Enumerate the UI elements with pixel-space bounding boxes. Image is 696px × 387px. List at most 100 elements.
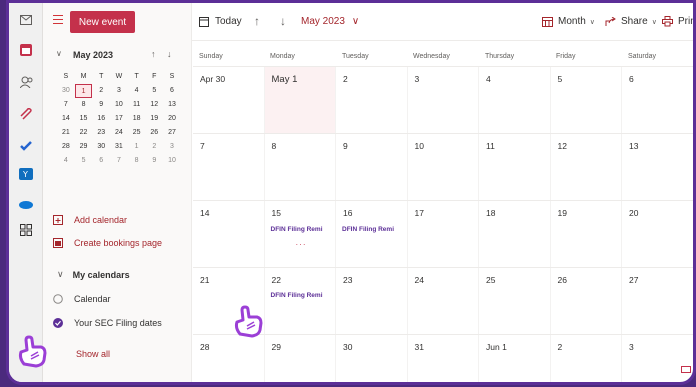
mini-day[interactable]: 4	[57, 154, 75, 168]
onedrive-icon[interactable]	[15, 193, 37, 215]
today-button[interactable]: Today	[199, 16, 242, 27]
day-cell[interactable]: 16 DFIN Filing Remi	[336, 201, 408, 267]
previous-arrow-icon[interactable]: ↑	[254, 14, 260, 28]
day-cell[interactable]: 18	[479, 201, 551, 267]
mini-day[interactable]: 5	[75, 154, 93, 168]
mini-day[interactable]: 2	[92, 84, 110, 98]
day-cell[interactable]: 31	[408, 335, 479, 382]
mail-icon[interactable]	[15, 9, 37, 31]
mini-calendar-title[interactable]: May 2023	[73, 50, 113, 60]
day-cell[interactable]: 26	[551, 268, 622, 334]
day-cell[interactable]: 17	[408, 201, 479, 267]
files-icon[interactable]	[15, 103, 37, 125]
mini-day[interactable]: 8	[128, 154, 146, 168]
day-cell[interactable]: 10	[408, 134, 479, 200]
day-cell[interactable]: 19	[551, 201, 622, 267]
mini-day[interactable]: 4	[128, 84, 146, 98]
day-cell[interactable]: 15 DFIN Filing Remi ···	[265, 201, 336, 267]
previous-month-arrow-icon[interactable]: ↑	[151, 49, 156, 59]
day-cell[interactable]: 11	[479, 134, 551, 200]
day-cell[interactable]: 3	[408, 67, 479, 133]
yammer-icon[interactable]: Y	[15, 163, 37, 185]
day-cell[interactable]: 8	[265, 134, 336, 200]
add-calendar-link[interactable]: Add calendar	[53, 213, 127, 227]
unchecked-circle-icon[interactable]	[53, 294, 63, 304]
mini-day[interactable]: 23	[92, 126, 110, 140]
day-cell[interactable]: 14	[193, 201, 265, 267]
mini-day[interactable]: 25	[128, 126, 146, 140]
day-cell-selected[interactable]: May 1	[264, 67, 336, 133]
day-cell[interactable]: Apr 30	[193, 67, 265, 133]
mini-day[interactable]: 11	[128, 98, 146, 112]
apps-grid-icon[interactable]	[15, 219, 37, 241]
mini-day[interactable]: 21	[57, 126, 75, 140]
todo-icon[interactable]	[15, 135, 37, 157]
day-cell[interactable]: 23	[336, 268, 408, 334]
mini-day[interactable]: 12	[145, 98, 163, 112]
feedback-icon[interactable]	[681, 361, 691, 379]
day-cell[interactable]: 20	[622, 201, 693, 267]
mini-day[interactable]: 24	[110, 126, 128, 140]
mini-day[interactable]: 6	[92, 154, 110, 168]
day-cell[interactable]: 25	[479, 268, 551, 334]
mini-day[interactable]: 17	[110, 112, 128, 126]
mini-day[interactable]: 18	[128, 112, 146, 126]
mini-day[interactable]: 22	[75, 126, 93, 140]
mini-day[interactable]: 1	[128, 140, 146, 154]
print-button[interactable]: Print	[662, 16, 693, 27]
share-button[interactable]: Share ∨	[605, 16, 657, 27]
mini-day[interactable]: 7	[110, 154, 128, 168]
day-cell[interactable]: 9	[336, 134, 408, 200]
view-switcher[interactable]: Month ∨	[542, 16, 595, 27]
calendar-app-icon[interactable]	[15, 39, 37, 61]
day-cell[interactable]: 4	[479, 67, 551, 133]
mini-day[interactable]: 3	[110, 84, 128, 98]
mini-day[interactable]: 10	[163, 154, 181, 168]
next-arrow-icon[interactable]: ↓	[280, 14, 286, 28]
day-cell[interactable]: 27	[622, 268, 693, 334]
mini-day[interactable]: 29	[75, 140, 93, 154]
mini-day[interactable]: 2	[145, 140, 163, 154]
mini-day[interactable]: 26	[145, 126, 163, 140]
create-bookings-link[interactable]: Create bookings page	[53, 236, 162, 250]
mini-day[interactable]: 15	[75, 112, 93, 126]
day-cell[interactable]: 13	[622, 134, 693, 200]
mini-day[interactable]: 13	[163, 98, 181, 112]
hamburger-menu-icon[interactable]	[53, 15, 63, 27]
mini-day[interactable]: 19	[145, 112, 163, 126]
mini-day[interactable]: 27	[163, 126, 181, 140]
mini-day[interactable]: 9	[92, 98, 110, 112]
new-event-button[interactable]: New event	[70, 11, 135, 33]
mini-day[interactable]: 31	[110, 140, 128, 154]
day-cell[interactable]: 29	[265, 335, 336, 382]
next-month-arrow-icon[interactable]: ↓	[167, 49, 172, 59]
day-cell[interactable]: 12	[551, 134, 622, 200]
day-cell[interactable]: 22 DFIN Filing Remi	[265, 268, 336, 334]
calendar-event[interactable]: DFIN Filing Remi	[271, 226, 323, 233]
mini-day[interactable]: 30	[92, 140, 110, 154]
day-cell[interactable]: 7	[193, 134, 265, 200]
checked-circle-icon[interactable]	[53, 318, 63, 328]
day-cell[interactable]: 30	[336, 335, 408, 382]
mini-day-selected[interactable]: 1	[74, 84, 93, 98]
people-icon[interactable]	[15, 71, 37, 93]
my-calendars-toggle[interactable]: ∨ My calendars	[57, 269, 130, 280]
calendar-event[interactable]: DFIN Filing Remi	[342, 226, 394, 233]
mini-day[interactable]: 20	[163, 112, 181, 126]
mini-day[interactable]: 14	[57, 112, 75, 126]
mini-day[interactable]: 10	[110, 98, 128, 112]
mini-day[interactable]: 3	[163, 140, 181, 154]
day-cell[interactable]: 2	[551, 335, 622, 382]
chevron-down-icon[interactable]: ∨	[56, 49, 62, 58]
mini-day[interactable]: 7	[57, 98, 75, 112]
more-events-indicator[interactable]: ···	[296, 240, 307, 249]
mini-day[interactable]: 28	[57, 140, 75, 154]
day-cell[interactable]: 5	[551, 67, 622, 133]
day-cell[interactable]: 24	[408, 268, 479, 334]
mini-day[interactable]: 16	[92, 112, 110, 126]
mini-day[interactable]: 30	[57, 84, 75, 98]
month-picker[interactable]: May 2023 ∨	[301, 16, 359, 27]
mini-day[interactable]: 8	[75, 98, 93, 112]
calendar-item-calendar[interactable]: Calendar	[53, 292, 111, 306]
day-cell[interactable]: 2	[336, 67, 408, 133]
